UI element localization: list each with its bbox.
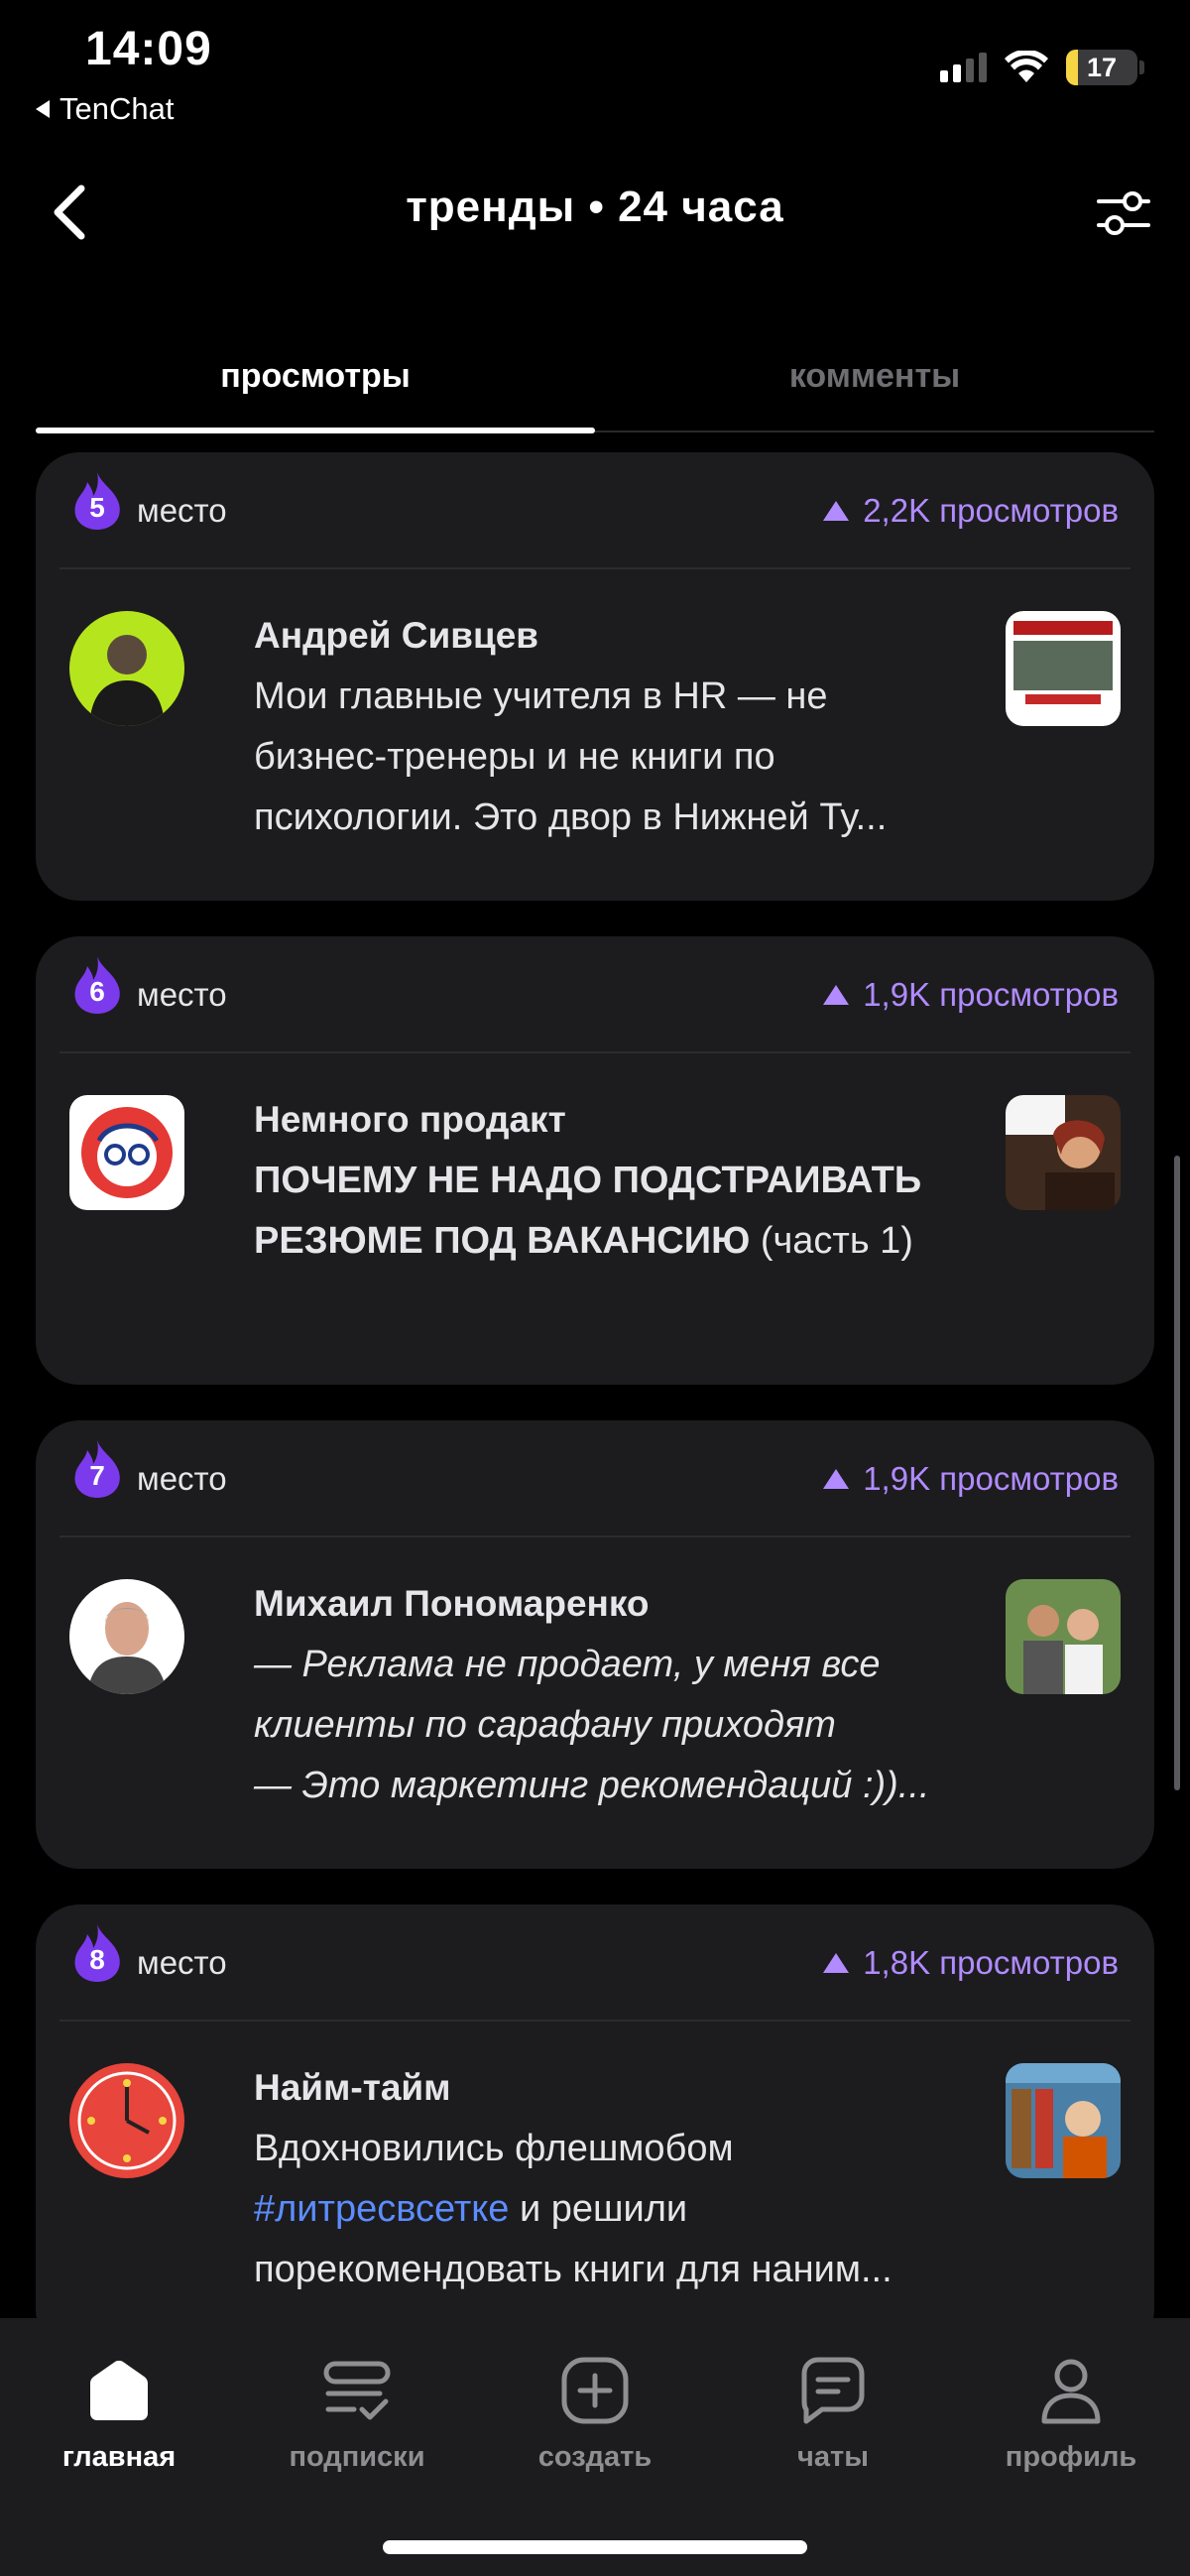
sliders-icon [1097, 191, 1150, 235]
tab-views[interactable]: просмотры [36, 337, 595, 433]
avatar[interactable] [69, 2063, 184, 2178]
wifi-icon [1005, 51, 1048, 82]
author-name[interactable]: Михаил Пономаренко [254, 1583, 952, 1625]
views-count: 1,9K просмотров [823, 976, 1119, 1014]
rank-badge: 7 [69, 1438, 125, 1500]
post-excerpt: Мои главные учителя в HR — не бизнес-тре… [254, 675, 888, 838]
author-name[interactable]: Найм-тайм [254, 2067, 952, 2109]
nav-profile[interactable]: профиль [952, 2354, 1190, 2487]
nav-subscriptions[interactable]: подписки [238, 2354, 476, 2487]
nav-label: профиль [1005, 2441, 1137, 2473]
views-count: 1,8K просмотров [823, 1944, 1119, 1982]
back-to-app-link[interactable]: TenChat [36, 91, 174, 127]
header: тренды • 24 часа [0, 169, 1190, 258]
post-headline-suffix: (часть 1) [750, 1220, 913, 1262]
trends-feed: 5 место 2,2K просмотров Андрей Сивцев Мо… [36, 452, 1154, 2389]
card-header: 7 место 1,9K просмотров [60, 1420, 1130, 1537]
rank-badge: 6 [69, 954, 125, 1016]
place-label: место [137, 1460, 227, 1497]
status-bar: 14:09 TenChat 17 [0, 0, 1190, 139]
card-header: 5 место 2,2K просмотров [60, 452, 1130, 569]
rank-number: 5 [89, 492, 105, 523]
home-indicator [383, 2540, 807, 2554]
post-excerpt: Вдохновились флешмобом #литресвсетке и р… [254, 2119, 952, 2300]
post-excerpt: — Реклама не продает, у меня все клиенты… [254, 1635, 952, 1816]
post-thumbnail[interactable] [1006, 1579, 1121, 1694]
post-excerpt: ПОЧЕМУ НЕ НАДО ПОДСТРАИВАТЬ РЕЗЮМЕ ПОД В… [254, 1151, 952, 1272]
nav-label: подписки [289, 2441, 425, 2473]
arrow-up-icon [823, 501, 850, 521]
status-icons: 17 [940, 50, 1144, 85]
nav-label: чаты [797, 2441, 869, 2473]
trend-card[interactable]: 7 место 1,9K просмотров Михаил Пономарен… [36, 1420, 1154, 1869]
avatar[interactable] [69, 611, 184, 726]
views-text: 1,8K просмотров [863, 1944, 1119, 1981]
tab-bar: просмотры комменты [36, 337, 1154, 433]
card-body: Михаил Пономаренко — Реклама не продает,… [69, 1555, 1121, 1869]
bottom-nav: главная подписки создать чаты профиль [0, 2318, 1190, 2576]
place-label: место [137, 976, 227, 1013]
nav-label: главная [61, 2441, 177, 2473]
post-excerpt-start: Вдохновились флешмобом [254, 2128, 734, 2169]
views-text: 1,9K просмотров [863, 976, 1119, 1013]
card-body: Найм-тайм Вдохновились флешмобом #литрес… [69, 2039, 1121, 2353]
views-text: 1,9K просмотров [863, 1460, 1119, 1497]
scrollbar[interactable] [1174, 1156, 1180, 1790]
views-count: 2,2K просмотров [823, 492, 1119, 530]
post-excerpt-line: — Реклама не продает, у меня все клиенты… [254, 1644, 881, 1746]
tab-comments[interactable]: комменты [595, 337, 1154, 430]
trend-card[interactable]: 5 место 2,2K просмотров Андрей Сивцев Мо… [36, 452, 1154, 901]
post-thumbnail[interactable] [1006, 611, 1121, 726]
battery-level: 17 [1086, 52, 1118, 82]
hashtag-link[interactable]: #литресвсетке [254, 2188, 509, 2230]
trend-card[interactable]: 6 место 1,9K просмотров Немного продакт [36, 936, 1154, 1385]
views-text: 2,2K просмотров [863, 492, 1119, 529]
post-content: Андрей Сивцев Мои главные учителя в HR —… [254, 615, 952, 848]
nav-label: создать [537, 2441, 653, 2473]
post-thumbnail[interactable] [1006, 2063, 1121, 2178]
trend-card[interactable]: 8 место 1,8K просмотров Найм-тайм Вдохно… [36, 1904, 1154, 2353]
cellular-signal-icon [940, 53, 987, 82]
rank-number: 7 [89, 1460, 105, 1491]
back-triangle-icon [36, 100, 50, 118]
nav-create[interactable]: создать [476, 2354, 714, 2487]
card-body: Андрей Сивцев Мои главные учителя в HR —… [69, 587, 1121, 901]
post-thumbnail[interactable] [1006, 1095, 1121, 1210]
arrow-up-icon [823, 1469, 850, 1489]
post-content: Найм-тайм Вдохновились флешмобом #литрес… [254, 2067, 952, 2300]
battery-icon: 17 [1066, 50, 1137, 85]
rank-number: 8 [89, 1944, 105, 1975]
nav-home[interactable]: главная [0, 2354, 238, 2487]
rank-badge: 8 [69, 1922, 125, 1984]
avatar[interactable] [69, 1095, 184, 1210]
filter-button[interactable] [1097, 188, 1150, 238]
arrow-up-icon [823, 985, 850, 1005]
post-content: Немного продакт ПОЧЕМУ НЕ НАДО ПОДСТРАИВ… [254, 1099, 952, 1272]
card-body: Немного продакт ПОЧЕМУ НЕ НАДО ПОДСТРАИВ… [69, 1071, 1121, 1385]
author-name[interactable]: Немного продакт [254, 1099, 952, 1141]
place-label: место [137, 1944, 227, 1981]
back-app-label: TenChat [60, 91, 175, 126]
rank-badge: 5 [69, 470, 125, 532]
profile-icon [1041, 2359, 1101, 2424]
home-icon [90, 2360, 148, 2420]
status-time: 14:09 [85, 23, 212, 75]
author-name[interactable]: Андрей Сивцев [254, 615, 952, 657]
views-count: 1,9K просмотров [823, 1460, 1119, 1498]
subscriptions-icon [323, 2361, 391, 2420]
plus-square-icon [561, 2357, 629, 2424]
card-header: 6 место 1,9K просмотров [60, 936, 1130, 1053]
post-excerpt-line: — Это маркетинг рекомендаций :))... [254, 1765, 930, 1806]
post-content: Михаил Пономаренко — Реклама не продает,… [254, 1583, 952, 1816]
page-title: тренды • 24 часа [406, 183, 784, 231]
card-header: 8 место 1,8K просмотров [60, 1904, 1130, 2022]
nav-chats[interactable]: чаты [714, 2354, 952, 2487]
avatar[interactable] [69, 1579, 184, 1694]
place-label: место [137, 492, 227, 529]
arrow-up-icon [823, 1953, 850, 1973]
chat-icon [801, 2357, 865, 2424]
rank-number: 6 [89, 976, 105, 1007]
